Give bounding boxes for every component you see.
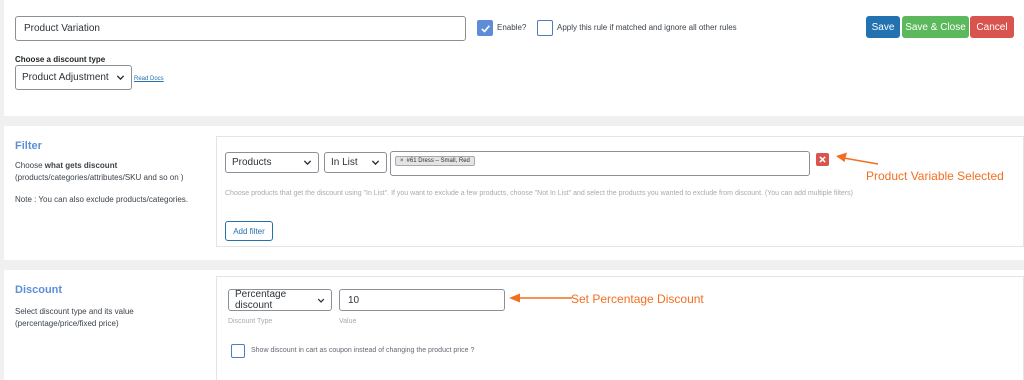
save-button[interactable]: Save (866, 16, 900, 38)
remove-filter-button[interactable] (816, 153, 829, 166)
filter-panel: Filter Choose what gets discount (produc… (4, 126, 1024, 260)
annotation-arrow-icon (836, 152, 879, 165)
filter-operator-value: In List (331, 157, 358, 168)
selected-product-tag: × #61 Dress – Small, Red (395, 156, 475, 166)
rule-header-panel: Product Variation Enable? Apply this rul… (4, 0, 1024, 116)
filter-desc-suffix: (products/categories/attributes/SKU and … (15, 173, 184, 182)
discount-method-select[interactable]: Percentage discount (228, 289, 332, 311)
add-filter-button[interactable]: Add filter (225, 221, 273, 241)
product-variable-annotation: Product Variable Selected (866, 169, 1004, 183)
enable-checkbox[interactable] (477, 20, 493, 36)
filter-type-value: Products (232, 157, 272, 168)
add-filter-label: Add filter (233, 226, 265, 236)
close-icon (819, 156, 826, 163)
percentage-annotation: Set Percentage Discount (571, 292, 704, 306)
discount-value-input[interactable]: 10 (339, 289, 505, 311)
discount-panel: Discount Select discount type and its va… (4, 270, 1024, 380)
chevron-down-icon (317, 298, 325, 303)
filter-card: Products In List × #61 Dress – Small, Re… (216, 136, 1024, 247)
filter-type-select[interactable]: Products (225, 152, 319, 173)
selected-product-label: #61 Dress – Small, Red (406, 158, 470, 164)
discount-value-label: Value (339, 318, 357, 325)
apply-exclusive-checkbox[interactable] (537, 20, 553, 36)
rule-title-value: Product Variation (24, 23, 100, 34)
discount-type-heading: Choose a discount type (15, 55, 106, 64)
coupon-checkbox[interactable] (231, 344, 245, 358)
filter-products-field[interactable]: × #61 Dress – Small, Red (390, 151, 810, 176)
filter-description: Choose what gets discount (products/cate… (15, 160, 210, 184)
filter-operator-select[interactable]: In List (324, 152, 387, 173)
discount-type-select[interactable]: Product Adjustment (15, 65, 132, 90)
chevron-down-icon (116, 75, 125, 81)
read-docs-link[interactable]: Read Docs (134, 76, 164, 82)
save-close-button[interactable]: Save & Close (902, 16, 969, 38)
discount-type-label: Discount Type (228, 318, 273, 325)
apply-exclusive-label: Apply this rule if matched and ignore al… (557, 23, 737, 32)
discount-value: 10 (348, 294, 360, 306)
filter-desc-bold: what gets discount (44, 161, 118, 170)
coupon-label: Show discount in cart as coupon instead … (251, 347, 475, 354)
chevron-down-icon (371, 160, 380, 166)
rule-title-input[interactable]: Product Variation (15, 16, 466, 41)
discount-method-value: Percentage discount (235, 289, 287, 311)
discount-title: Discount (15, 284, 63, 296)
cancel-button[interactable]: Cancel (970, 16, 1014, 38)
filter-hint: Choose products that get the discount us… (225, 190, 853, 197)
filter-desc-prefix: Choose (15, 161, 45, 170)
chevron-down-icon (303, 160, 312, 166)
discount-type-value: Product Adjustment (22, 72, 109, 83)
tag-remove-icon[interactable]: × (400, 158, 404, 164)
filter-note: Note : You can also exclude products/cat… (15, 195, 188, 204)
discount-description: Select discount type and its value (perc… (15, 307, 134, 328)
filter-title: Filter (15, 140, 42, 152)
annotation-arrow-icon (509, 293, 572, 303)
enable-label: Enable? (497, 23, 527, 32)
checkmark-icon (480, 24, 490, 33)
